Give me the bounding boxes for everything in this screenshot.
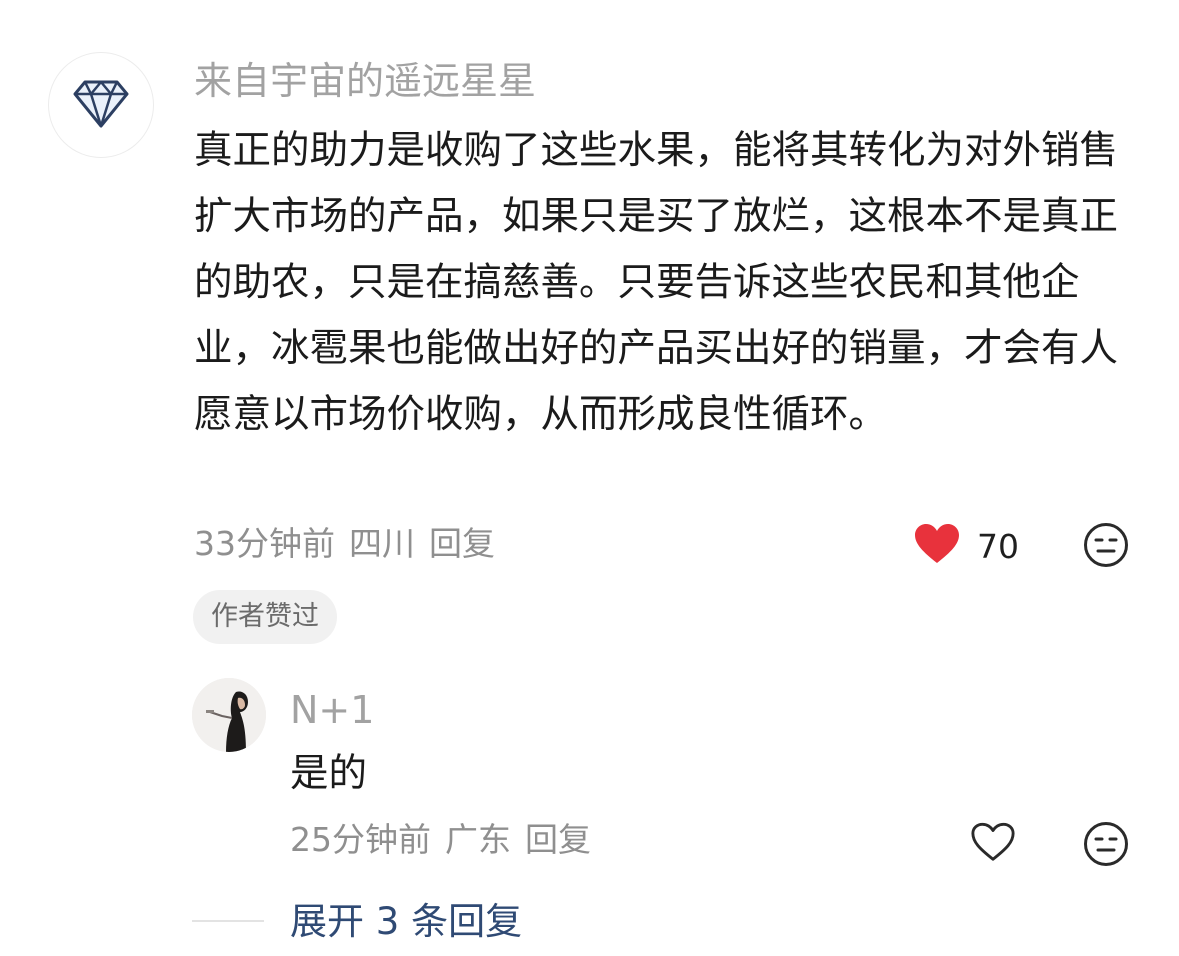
reply-button[interactable]: 回复 xyxy=(429,524,495,563)
comment-meta: 33分钟前 四川 回复 xyxy=(194,522,509,566)
reply-username[interactable]: N+1 xyxy=(290,684,374,736)
diamond-icon xyxy=(73,78,129,132)
reply-avatar[interactable] xyxy=(192,678,266,752)
meh-face-icon xyxy=(1083,822,1129,871)
comment-time: 33分钟前 xyxy=(194,524,335,563)
reply-meta: 25分钟前 广东 回复 xyxy=(290,818,605,862)
like-count: 70 xyxy=(977,526,1019,566)
reply-time: 25分钟前 xyxy=(290,820,431,859)
heart-filled-icon xyxy=(913,523,961,569)
reply-emoji-reaction-button[interactable] xyxy=(1083,821,1129,867)
meh-face-icon xyxy=(1083,523,1129,572)
person-photo-icon xyxy=(192,678,266,752)
reply-like-button[interactable] xyxy=(970,821,1016,867)
comment-text: 真正的助力是收购了这些水果，能将其转化为对外销售扩大市场的产品，如果只是买了放烂… xyxy=(194,128,1119,437)
expand-replies-link[interactable]: 展开 3 条回复 xyxy=(290,896,522,948)
reply-text: 是的 xyxy=(290,751,368,796)
heart-outline-icon xyxy=(970,822,1016,867)
emoji-reaction-button[interactable] xyxy=(1083,522,1129,568)
expand-divider xyxy=(192,920,264,922)
avatar[interactable] xyxy=(48,52,154,158)
author-liked-badge: 作者赞过 xyxy=(193,590,337,644)
comment-username[interactable]: 来自宇宙的遥远星星 xyxy=(194,55,536,107)
reply-location: 广东 xyxy=(445,820,511,859)
comment-location: 四川 xyxy=(349,524,415,563)
reply-reply-button[interactable]: 回复 xyxy=(525,820,591,859)
like-button[interactable]: 70 xyxy=(913,522,1019,570)
